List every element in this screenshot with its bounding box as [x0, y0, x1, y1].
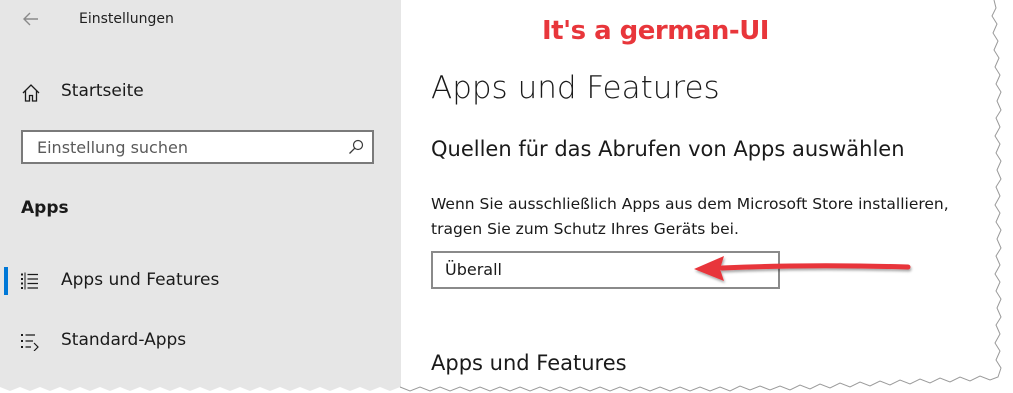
- sidebar-item-standard-apps[interactable]: Standard-Apps: [0, 321, 401, 361]
- apps-features-list-icon: [21, 272, 38, 290]
- annotation-arrow: [694, 256, 911, 281]
- sidebar-section-heading: Apps: [21, 198, 69, 218]
- sidebar-item-home[interactable]: Startseite: [0, 74, 401, 110]
- sidebar-item-label: Apps und Features: [61, 270, 220, 290]
- search-icon[interactable]: [348, 139, 364, 155]
- sidebar-item-home-label: Startseite: [61, 81, 144, 101]
- sidebar: Einstellungen Startseite Apps: [0, 0, 401, 393]
- page-title: Apps und Features: [431, 70, 720, 106]
- apps-features-section-heading: Apps und Features: [431, 351, 627, 375]
- app-source-dropdown-value: Überall: [445, 260, 502, 279]
- default-apps-list-icon: [21, 334, 39, 351]
- main-content: Apps und Features Quellen für das Abrufe…: [401, 0, 1013, 393]
- back-button[interactable]: [18, 8, 44, 30]
- home-icon: [22, 84, 40, 102]
- sidebar-item-label: Standard-Apps: [61, 330, 187, 350]
- annotation-label: It's a german-UI: [542, 16, 769, 46]
- sidebar-item-apps-features[interactable]: Apps und Features: [0, 261, 401, 301]
- settings-search-box: [21, 130, 374, 164]
- settings-search-input[interactable]: [23, 132, 357, 162]
- back-arrow-icon: [23, 12, 38, 26]
- settings-window: Einstellungen Startseite Apps: [0, 0, 1013, 393]
- app-sources-heading: Quellen für das Abrufen von Apps auswähl…: [431, 137, 905, 161]
- app-sources-description: Wenn Sie ausschließlich Apps aus dem Mic…: [431, 192, 991, 242]
- selected-indicator: [4, 267, 8, 295]
- window-title: Einstellungen: [79, 11, 174, 27]
- description-line: Wenn Sie ausschließlich Apps aus dem Mic…: [431, 195, 949, 213]
- description-line: tragen Sie zum Schutz Ihres Geräts bei.: [431, 220, 739, 238]
